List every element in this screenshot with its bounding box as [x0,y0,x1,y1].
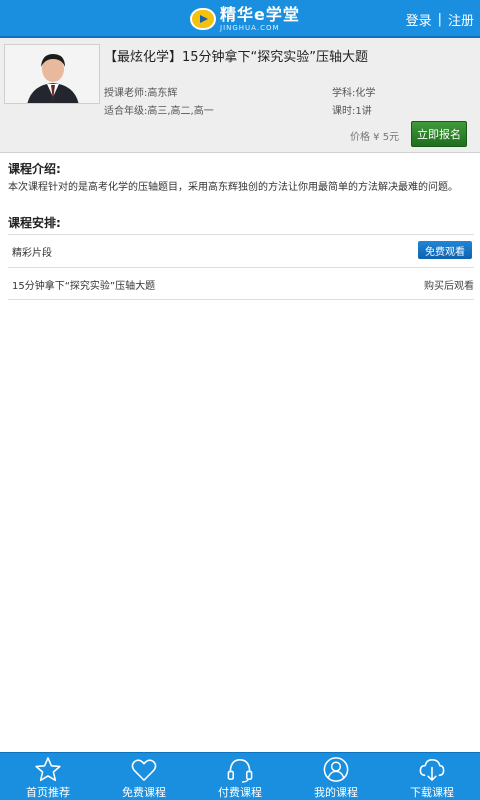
nav-label: 免费课程 [122,786,166,799]
nav-label: 我的课程 [314,786,358,799]
nav-item-free-courses[interactable]: 免费课程 [96,753,192,800]
course-teacher: 授课老师:高东辉 [104,88,178,99]
login-link[interactable]: 登录 [406,10,432,29]
cloud-download-icon [419,759,445,781]
nav-item-paid-courses[interactable]: 付费课程 [192,753,288,800]
course-hours: 课时:1讲 [332,106,372,117]
intro-heading: 课程介绍: [8,162,61,176]
enroll-button[interactable]: 立即报名 [411,121,467,147]
nav-item-home[interactable]: 首页推荐 [0,753,96,800]
lesson-name: 15分钟拿下“探究实验”压轴大题 [12,281,156,292]
nav-label: 付费课程 [218,786,262,799]
auth-separator: | [437,12,442,27]
auth-links: 登录 | 注册 [406,10,474,29]
lesson-row: 15分钟拿下“探究实验”压轴大题 购买后观看 [8,267,474,300]
register-link[interactable]: 注册 [448,10,474,29]
teacher-photo [4,44,100,104]
free-watch-button[interactable]: 免费观看 [418,241,472,259]
nav-label: 下载课程 [410,786,454,799]
logo-play-icon [190,8,216,30]
course-grade: 适合年级:高三,高二,高一 [104,106,214,117]
course-subject: 学科:化学 [332,88,376,99]
nav-item-downloads[interactable]: 下载课程 [384,753,480,800]
course-price: 价格 ¥ 5元 [350,132,400,143]
headphones-icon [227,759,253,783]
course-card: 【最炫化学】15分钟拿下“探究实验”压轴大题 授课老师:高东辉 适合年级:高三,… [0,38,480,153]
lesson-name: 精彩片段 [12,248,52,259]
app-header: 精华e学堂 JINGHUA.COM 登录 | 注册 [0,0,480,38]
lesson-row: 精彩片段 免费观看 [8,234,474,267]
nav-label: 首页推荐 [26,786,70,799]
logo-text: 精华e学堂 JINGHUA.COM [220,4,300,32]
logo-chinese: 精华e学堂 [220,4,300,24]
logo-english: JINGHUA.COM [220,23,280,32]
schedule-heading: 课程安排: [8,216,61,230]
app-logo[interactable]: 精华e学堂 JINGHUA.COM [190,5,300,33]
heart-icon [131,759,157,781]
star-icon [35,757,61,782]
user-icon [323,757,349,782]
nav-item-my-courses[interactable]: 我的课程 [288,753,384,800]
bottom-nav: 首页推荐 免费课程 付费课程 我的课程 下载课程 [0,752,480,800]
intro-text: 本次课程针对的是高考化学的压轴题目，采用高东辉独创的方法让你用最简单的方法解决最… [8,182,458,193]
buy-to-watch-label: 购买后观看 [424,281,474,292]
course-title: 【最炫化学】15分钟拿下“探究实验”压轴大题 [104,50,369,65]
